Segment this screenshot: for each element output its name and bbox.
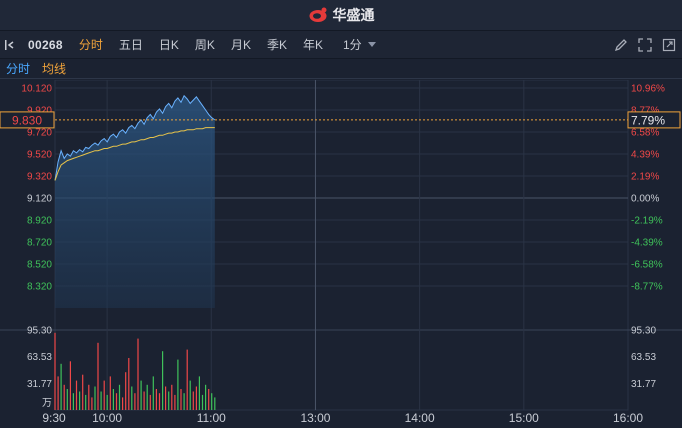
volume-unit-label: 万 (42, 398, 52, 409)
stock-code: 00268 (28, 37, 63, 52)
volume-tick-label: 63.53 (631, 352, 656, 363)
volume-bars (54, 332, 216, 410)
tab-yearly-k[interactable]: 年K (295, 36, 331, 53)
price-area (55, 95, 215, 308)
title-bar: 华盛通 (0, 0, 682, 31)
percent-tick-label: -8.77% (631, 282, 663, 293)
price-tick-label: 8.320 (27, 282, 52, 293)
price-tick-label: 8.520 (27, 260, 52, 271)
tab-quarterly-k[interactable]: 季K (259, 36, 295, 53)
price-area-fill (55, 95, 215, 308)
pencil-icon[interactable] (614, 38, 628, 52)
price-tick-label: 9.120 (27, 194, 52, 205)
time-tick-label: 13:00 (300, 411, 330, 425)
tab-daily-k[interactable]: 日K (151, 36, 187, 53)
percent-tick-label: -2.19% (631, 216, 663, 227)
time-tick-label: 14:00 (405, 411, 435, 425)
caret-down-icon (367, 41, 376, 47)
time-tick-label: 10:00 (92, 411, 122, 425)
period-value: 1分 (342, 38, 362, 52)
percent-tick-label: 6.58% (631, 128, 659, 139)
volume-tick-label: 31.77 (631, 379, 656, 390)
tab-five-day[interactable]: 五日 (111, 36, 151, 53)
current-price-label: 9.830 (12, 113, 42, 127)
time-tick-label: 16:00 (613, 411, 643, 425)
indicator-tabs: 分时 均线 (0, 59, 682, 79)
tab-weekly-k[interactable]: 周K (187, 36, 223, 53)
price-tick-label: 9.720 (27, 128, 52, 139)
percent-tick-label: 0.00% (631, 194, 659, 205)
volume-tick-label: 95.30 (27, 326, 52, 337)
volume-tick-label: 63.53 (27, 352, 52, 363)
intraday-chart[interactable]: 10.120 10.96%9.920 8.77%9.720 6.58%9.520 4.3… (0, 80, 682, 428)
tab-timeshare-indicator[interactable]: 分时 (0, 60, 36, 77)
percent-tick-label: -4.39% (631, 238, 663, 249)
percent-tick-label: 10.96% (631, 84, 665, 95)
time-tick-label: 9:30 (42, 411, 66, 425)
volume-tick-label: 31.77 (27, 379, 52, 390)
price-tick-label: 9.320 (27, 172, 52, 183)
brand-logo: 华盛通 (308, 5, 375, 25)
fullscreen-icon[interactable] (638, 38, 652, 52)
tab-average-line[interactable]: 均线 (36, 60, 72, 77)
price-tick-label: 9.520 (27, 150, 52, 161)
percent-tick-label: 4.39% (631, 150, 659, 161)
brand-icon (309, 7, 326, 22)
popout-icon[interactable] (662, 38, 676, 52)
percent-tick-label: 2.19% (631, 172, 659, 183)
time-tick-label: 11:00 (197, 411, 226, 425)
price-tick-label: 10.120 (21, 84, 52, 95)
percent-tick-label: -6.58% (631, 260, 663, 271)
collapse-sidebar-button[interactable] (0, 31, 20, 59)
tab-monthly-k[interactable]: 月K (223, 36, 259, 53)
collapse-left-icon (5, 39, 14, 50)
brand-name: 华盛通 (332, 7, 375, 23)
price-tick-label: 8.720 (27, 238, 52, 249)
time-tick-label: 15:00 (509, 411, 539, 425)
toolbar: 00268 分时 五日 日K 周K 月K 季K 年K 1分 (0, 31, 682, 59)
tab-timeshare[interactable]: 分时 (71, 36, 111, 53)
period-dropdown[interactable]: 1分 (331, 36, 382, 53)
current-percent-label: 7.79% (631, 113, 665, 127)
price-tick-label: 8.920 (27, 216, 52, 227)
volume-tick-label: 95.30 (631, 326, 656, 337)
